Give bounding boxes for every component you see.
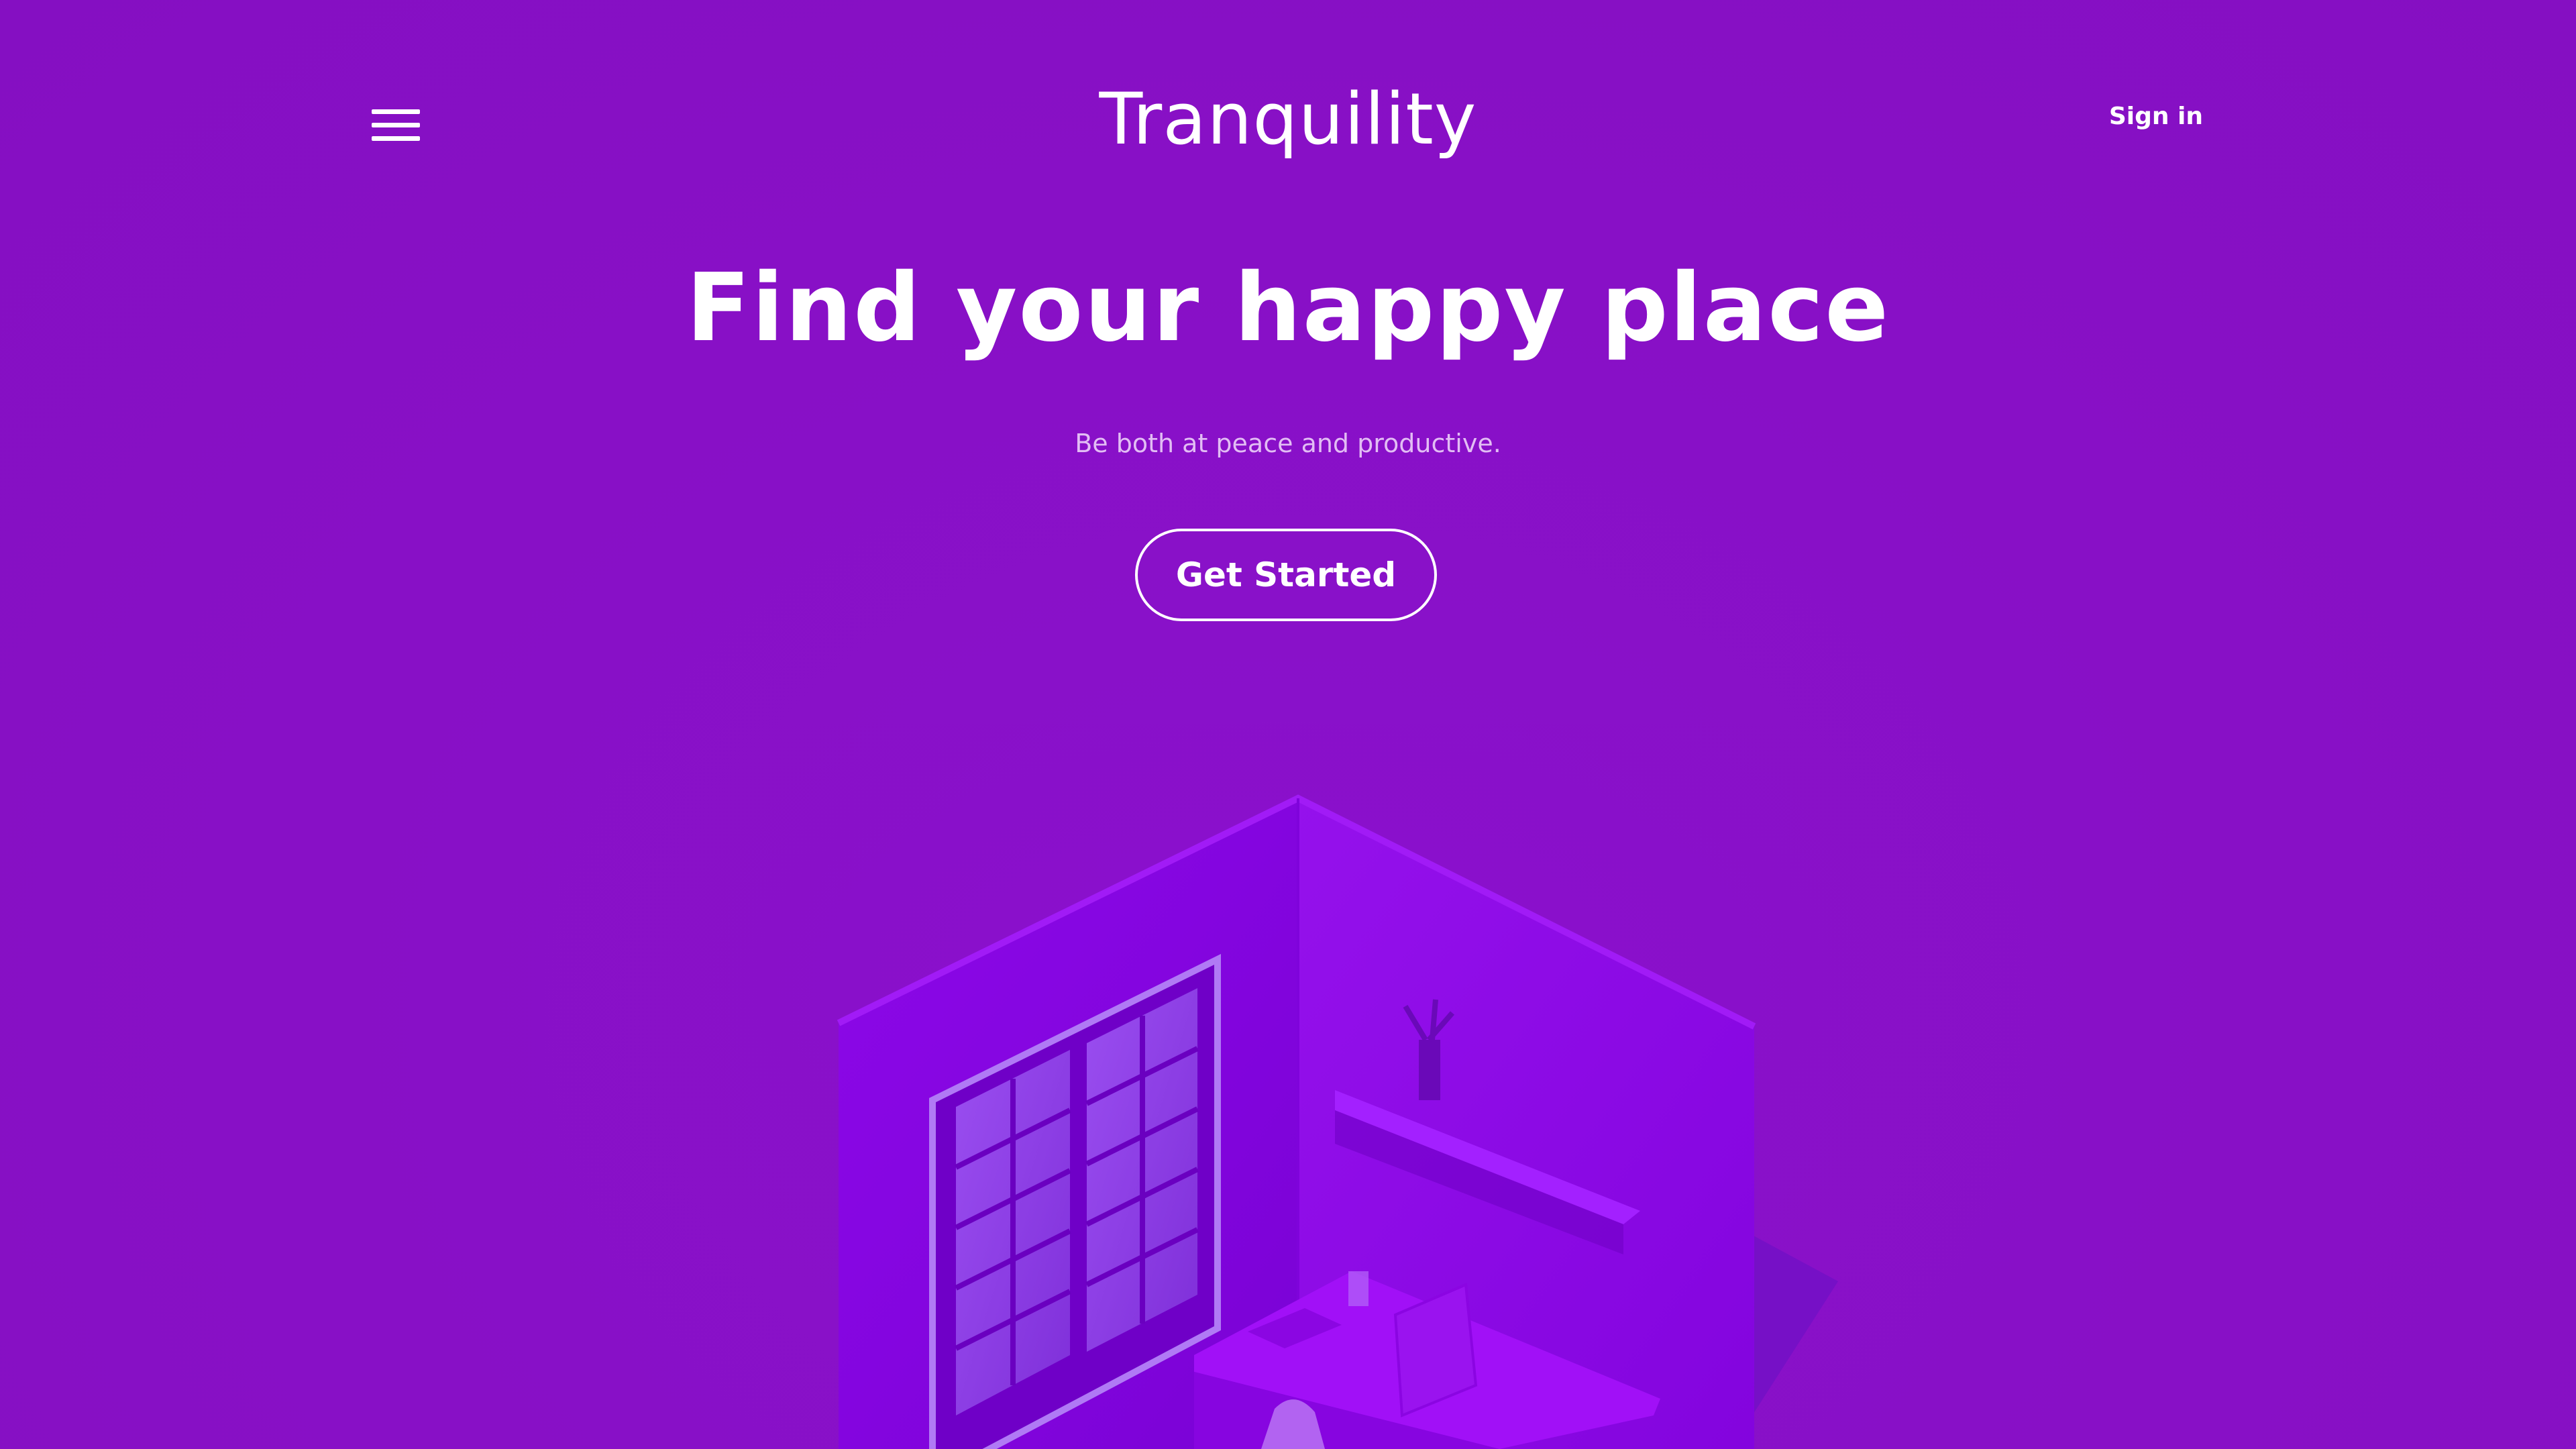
room-illustration (564, 724, 2012, 1449)
hero-title: Find your happy place (686, 254, 1890, 363)
landing-page: Tranquility Sign in Find your happy plac… (0, 0, 2576, 1449)
get-started-button[interactable]: Get Started (1135, 529, 1437, 621)
cup (1348, 1271, 1368, 1306)
sign-in-link[interactable]: Sign in (2109, 101, 2203, 133)
hero-subtitle: Be both at peace and productive. (1075, 429, 1501, 458)
